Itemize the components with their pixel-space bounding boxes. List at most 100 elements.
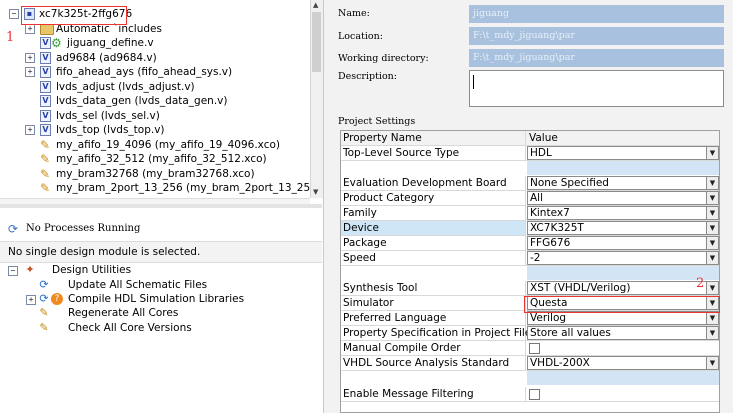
property-name-header: Property Name [341, 131, 526, 145]
process-item[interactable]: + ⟳? Compile HDL Simulation Libraries [0, 292, 322, 307]
verilog-file-icon: V [40, 110, 51, 122]
property-name: VHDL Source Analysis Standard [341, 356, 526, 370]
dropdown-arrow-icon[interactable]: ▼ [706, 327, 718, 339]
tree-item[interactable]: Vlvds_data_gen (lvds_data_gen.v) [0, 94, 310, 108]
property-value-dropdown[interactable]: Store all values ▼ [527, 326, 719, 340]
settings-row[interactable]: Speed -2 ▼ [341, 251, 719, 266]
process-item[interactable]: ✎ Regenerate All Cores [0, 306, 322, 321]
tree-item-label: my_afifo_32_512 (my_afifo_32_512.xco) [56, 153, 267, 165]
property-value: FFG676 [530, 237, 571, 249]
property-name: Device [341, 221, 526, 235]
tree-item[interactable]: + Vlvds_top (lvds_top.v) [0, 123, 310, 137]
location-field[interactable]: F:\t_mdy_jiguang\par [469, 27, 724, 45]
ip-core-icon: ✎ [40, 138, 51, 152]
settings-row[interactable]: Enable Message Filtering [341, 387, 719, 402]
settings-row[interactable]: Device XC7K325T ▼ [341, 221, 719, 236]
expand-icon[interactable]: + [25, 125, 35, 135]
tree-item[interactable]: + Vfifo_ahead_ays (fifo_ahead_sys.v) [0, 65, 310, 79]
collapse-icon[interactable]: − [8, 266, 18, 276]
property-name: Product Category [341, 191, 526, 205]
working-directory-field[interactable]: F:\t_mdy_jiguang\par [469, 49, 724, 67]
tree-item[interactable]: + Vad9684 (ad9684.v) [0, 51, 310, 65]
value-header: Value [529, 132, 558, 144]
tree-item[interactable]: Vlvds_sel (lvds_sel.v) [0, 109, 310, 123]
settings-row[interactable]: Product Category All ▼ [341, 191, 719, 206]
property-name: Speed [341, 251, 526, 265]
expand-icon[interactable]: + [25, 53, 35, 63]
dropdown-arrow-icon[interactable]: ▼ [706, 222, 718, 234]
property-value [527, 388, 719, 401]
tree-item-label: my_bram32768 (my_bram32768.xco) [56, 168, 255, 180]
dropdown-arrow-icon[interactable]: ▼ [706, 237, 718, 249]
settings-row[interactable]: Preferred Language Verilog ▼ [341, 311, 719, 326]
property-value-dropdown[interactable]: None Specified ▼ [527, 176, 719, 190]
dropdown-arrow-icon[interactable]: ▼ [706, 312, 718, 324]
tree-vertical-scrollbar[interactable]: ▲ ▼ [310, 0, 323, 198]
process-item[interactable]: − ✦ Design Utilities [0, 263, 322, 278]
no-selection-text: No single design module is selected. [8, 246, 201, 258]
dropdown-arrow-icon[interactable]: ▼ [706, 177, 718, 189]
annotation-box-1 [21, 6, 127, 25]
tree-item[interactable]: Vlvds_adjust (lvds_adjust.v) [0, 80, 310, 94]
tree-item[interactable]: ✎ my_afifo_32_512 (my_afifo_32_512.xco) [0, 152, 310, 166]
grid-separator [527, 266, 719, 280]
dropdown-arrow-icon[interactable]: ▼ [706, 192, 718, 204]
property-value-dropdown[interactable]: VHDL-200X ▼ [527, 356, 719, 370]
name-label: Name: [338, 8, 370, 19]
refresh-icon: ⟳ [39, 278, 49, 291]
settings-row[interactable]: Manual Compile Order [341, 341, 719, 356]
collapse-icon[interactable]: − [9, 9, 19, 19]
gear-icon: ⚙ [51, 36, 62, 50]
property-value: Kintex7 [530, 207, 570, 219]
dropdown-arrow-icon[interactable]: ▼ [706, 252, 718, 264]
panel-divider[interactable] [0, 204, 322, 208]
scroll-up-arrow-icon[interactable]: ▲ [313, 1, 318, 9]
property-name: Synthesis Tool [341, 281, 526, 295]
expand-icon[interactable]: + [26, 295, 36, 305]
tree-item[interactable]: ✎ my_bram32768 (my_bram32768.xco) [0, 167, 310, 181]
property-value-dropdown[interactable]: FFG676 ▼ [527, 236, 719, 250]
property-value-dropdown[interactable]: All ▼ [527, 191, 719, 205]
settings-row[interactable]: Top-Level Source Type HDL ▼ [341, 146, 719, 161]
process-item[interactable]: ⟳ Update All Schematic Files [0, 278, 322, 293]
scroll-thumb[interactable] [312, 12, 321, 72]
location-label: Location: [338, 31, 383, 42]
property-checkbox[interactable] [529, 343, 540, 354]
verilog-file-icon: V [40, 66, 51, 78]
dropdown-arrow-icon[interactable]: ▼ [706, 282, 718, 294]
annotation-number-1: 1 [6, 30, 15, 45]
tree-item[interactable]: ✎ my_afifo_19_4096 (my_afifo_19_4096.xco) [0, 138, 310, 152]
settings-row[interactable]: Property Specification in Project File St… [341, 326, 719, 341]
description-textarea[interactable] [469, 70, 724, 107]
property-value-dropdown[interactable]: XC7K325T ▼ [527, 221, 719, 235]
property-name: Preferred Language [341, 311, 526, 325]
property-name: Top-Level Source Type [341, 146, 526, 160]
dropdown-arrow-icon[interactable]: ▼ [706, 207, 718, 219]
settings-row[interactable]: VHDL Source Analysis Standard VHDL-200X ▼ [341, 356, 719, 371]
settings-row[interactable]: Package FFG676 ▼ [341, 236, 719, 251]
property-value-dropdown[interactable]: -2 ▼ [527, 251, 719, 265]
annotation-box-2 [524, 296, 720, 313]
verilog-file-icon: V [40, 52, 51, 64]
process-item-label: Update All Schematic Files [68, 279, 208, 291]
toolbox-icon: ✦ [25, 263, 35, 276]
tree-item[interactable]: ✎ my_bram_2port_13_256 (my_bram_2port_13_… [0, 181, 310, 195]
hierarchy-tree[interactable]: − ▪ xc7k325t-2ffg676 + Automatic `includes V ⚙… [0, 0, 310, 198]
scroll-down-arrow-icon[interactable]: ▼ [313, 188, 318, 196]
property-value-dropdown[interactable]: XST (VHDL/Verilog) ▼ [527, 281, 719, 295]
dropdown-arrow-icon[interactable]: ▼ [706, 147, 718, 159]
name-field[interactable]: jiguang [469, 5, 724, 23]
property-value-dropdown[interactable]: Kintex7 ▼ [527, 206, 719, 220]
settings-row[interactable]: Family Kintex7 ▼ [341, 206, 719, 221]
process-item[interactable]: ✎ Check All Core Versions [0, 321, 322, 336]
expand-icon[interactable]: + [25, 24, 35, 34]
tree-item[interactable]: V ⚙ jiguang_define.v [0, 36, 310, 50]
property-checkbox[interactable] [529, 389, 540, 400]
settings-row[interactable]: Synthesis Tool XST (VHDL/Verilog) ▼ [341, 281, 719, 296]
property-value-dropdown[interactable]: Verilog ▼ [527, 311, 719, 325]
expand-icon[interactable]: + [25, 67, 35, 77]
settings-row[interactable]: Evaluation Development Board None Specifi… [341, 176, 719, 191]
dropdown-arrow-icon[interactable]: ▼ [706, 357, 718, 369]
property-value-dropdown[interactable]: HDL ▼ [527, 146, 719, 160]
property-value: HDL [530, 147, 552, 159]
